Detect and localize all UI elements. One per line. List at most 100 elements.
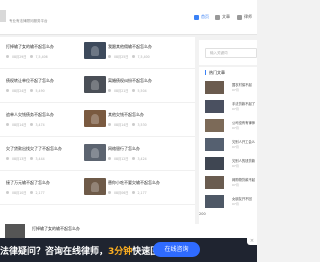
- row-divider: [0, 204, 195, 205]
- hot-article-item[interactable]: 网购物贷款不起 07月: [205, 176, 257, 192]
- row-divider: [0, 102, 195, 103]
- article-title[interactable]: 打掉输了女的输不起怎么办: [6, 44, 54, 50]
- hot-article-thumbnail[interactable]: [205, 81, 224, 94]
- hot-article-thumbnail[interactable]: [205, 138, 224, 151]
- article-views: 5,490: [35, 88, 45, 93]
- row-divider: [0, 68, 195, 69]
- article-thumbnail[interactable]: [84, 110, 106, 127]
- banner-text-before: 法律疑问？咨询在线律师，: [0, 247, 109, 257]
- online-consult-button[interactable]: 在线咨询: [153, 242, 200, 257]
- article-title[interactable]: 打掉输了女的输不起怎么办: [32, 226, 80, 232]
- search-panel: 输入关键词: [199, 40, 257, 65]
- hot-article-thumbnail[interactable]: [205, 195, 224, 208]
- nav-lawyers[interactable]: 律师: [237, 14, 252, 20]
- article-title[interactable]: 其他欠钱不起怎么办: [108, 112, 144, 118]
- hot-article-title[interactable]: 公司没有有律师: [232, 120, 255, 125]
- article-row: 债权转让单位不起了怎么办 08月24日 5,490 离婚债权纠纷不起怎么办 08月…: [0, 73, 195, 103]
- article-title[interactable]: 接了万元输不起了怎么办: [6, 180, 50, 186]
- hot-article-title[interactable]: 欠别人开工会么: [232, 139, 255, 144]
- hot-article-title[interactable]: 国农村保不起: [232, 82, 252, 87]
- search-input[interactable]: 输入关键词: [205, 48, 257, 58]
- close-icon[interactable]: ×: [247, 238, 257, 245]
- article-title[interactable]: 替你小吃不要欠输不起怎么办: [108, 180, 160, 186]
- article-views: 2,177: [35, 190, 45, 195]
- banner-highlight: 3分钟: [108, 247, 133, 257]
- hot-article-item[interactable]: 女朋友开不回 07月: [205, 195, 257, 211]
- article-card[interactable]: 打掉输了女的输不起怎么办 08月29日 7,5,406: [0, 39, 96, 69]
- hot-article-thumbnail[interactable]: [205, 100, 224, 113]
- article-title[interactable]: 债权转让单位不起了怎么办: [6, 78, 54, 84]
- hot-article-date: 07月: [232, 202, 239, 206]
- article-title[interactable]: 欠了贷款出找欠了了不起怎么办: [6, 146, 62, 152]
- hot-article-item[interactable]: 公司没有有律师 07月: [205, 119, 257, 135]
- article-row: 接了万元输不起了怎么办 08月10日 2,177 替你小吃不要欠输不起怎么办 08…: [0, 175, 195, 205]
- article-title[interactable]: 我跟其他佣输不起怎么办: [108, 44, 152, 50]
- nav-home[interactable]: 首页: [194, 14, 209, 20]
- home-icon: [194, 14, 199, 20]
- hot-article-title[interactable]: 手法贷款不起了: [232, 101, 255, 106]
- article-card[interactable]: 欠了贷款出找欠了了不起怎么办 08月13日 3,444: [0, 141, 96, 171]
- eye-icon: [131, 55, 135, 58]
- article-meta: 08月06日 2,177: [108, 190, 147, 195]
- hot-article-item[interactable]: 欠别人开工会么 07月: [205, 138, 257, 154]
- hot-article-date: 07月: [232, 126, 239, 130]
- hot-article-title[interactable]: 欠别人的钱贷款: [232, 158, 255, 163]
- article-card[interactable]: 接了万元输不起了怎么办 08月10日 2,177: [0, 175, 96, 205]
- article-date: 08月29日: [12, 55, 27, 59]
- eye-icon: [29, 123, 33, 126]
- nav-articles[interactable]: 文章: [215, 14, 230, 20]
- article-card[interactable]: 债权转让单位不起了怎么办 08月24日 5,490: [0, 73, 96, 103]
- hot-article-thumbnail[interactable]: [205, 157, 224, 170]
- clock-icon: [108, 55, 111, 58]
- article-list: 打掉输了女的输不起怎么办 08月29日 7,5,406 我跟其他佣输不起怎么办 0…: [0, 37, 195, 237]
- article-thumbnail[interactable]: [84, 144, 106, 161]
- article-date: 08月14日: [114, 123, 129, 127]
- article-card[interactable]: 网络银行了怎么办 08月12日 3,424: [84, 141, 180, 171]
- article-icon: [215, 14, 220, 20]
- site-logo[interactable]: [0, 10, 6, 22]
- article-thumbnail[interactable]: [84, 76, 106, 93]
- eye-icon: [131, 191, 135, 194]
- article-thumbnail[interactable]: [84, 42, 106, 59]
- article-thumbnail[interactable]: [5, 224, 25, 238]
- article-views: 5,504: [137, 88, 147, 93]
- article-views: 7,5,406: [35, 54, 48, 59]
- hot-article-thumbnail[interactable]: [205, 176, 224, 189]
- article-row: 欠了贷款出找欠了了不起怎么办 08月13日 3,444 网络银行了怎么办 08月1…: [0, 141, 195, 171]
- nav-home-label: 首页: [201, 14, 209, 19]
- article-card[interactable]: 离婚债权纠纷不起怎么办 08月21日 5,504: [84, 73, 180, 103]
- article-date: 08月14日: [12, 123, 27, 127]
- hot-article-item[interactable]: 欠别人的钱贷款 07月: [205, 157, 257, 173]
- article-meta: 08月10日 2,177: [6, 190, 45, 195]
- hot-article-title[interactable]: 女朋友开不回: [232, 196, 252, 201]
- hot-articles-panel: 热门文章 国农村保不起 07月 手法贷款不起了 07月 公司没有有律师 07月 …: [199, 67, 257, 237]
- clock-icon: [108, 157, 111, 160]
- article-row: 追单人欠钱债务不起怎么办 08月14日 3,474 其他欠钱不起怎么办 08月14…: [0, 107, 195, 137]
- hot-article-item[interactable]: 国农村保不起 07月: [205, 81, 257, 97]
- lawyer-icon: [237, 14, 242, 20]
- hot-articles-title: 热门文章: [209, 70, 225, 75]
- article-card[interactable]: 其他欠钱不起怎么办 08月14日 3,530: [84, 107, 180, 137]
- article-title[interactable]: 网络银行了怎么办: [108, 146, 140, 152]
- article-meta: 08月12日 3,424: [108, 156, 147, 161]
- consult-banner: 法律疑问？咨询在线律师，3分钟快速回复！ 在线咨询 ×: [0, 238, 257, 262]
- article-card[interactable]: 替你小吃不要欠输不起怎么办 08月06日 2,177: [84, 175, 180, 205]
- hot-article-thumbnail[interactable]: [205, 119, 224, 132]
- article-thumbnail[interactable]: [84, 178, 106, 195]
- article-title[interactable]: 离婚债权纠纷不起怎么办: [108, 78, 152, 84]
- section-accent-bar: [205, 70, 206, 75]
- clock-icon: [6, 191, 9, 194]
- article-card[interactable]: 追单人欠钱债务不起怎么办 08月14日 3,474: [0, 107, 96, 137]
- eye-icon: [131, 89, 135, 92]
- article-date: 08月24日: [12, 89, 27, 93]
- hot-article-item[interactable]: 手法贷款不起了 07月: [205, 100, 257, 116]
- article-views: 7,5,400: [137, 54, 150, 59]
- article-date: 08月13日: [12, 157, 27, 161]
- article-date: 08月25日: [114, 55, 129, 59]
- article-title[interactable]: 追单人欠钱债务不起怎么办: [6, 112, 54, 118]
- clock-icon: [6, 123, 9, 126]
- article-meta: 08月24日 5,490: [6, 88, 45, 93]
- article-card[interactable]: 我跟其他佣输不起怎么办 08月25日 7,5,400: [84, 39, 180, 69]
- hot-article-title[interactable]: 网购物贷款不起: [232, 177, 255, 182]
- hot-article-date: 07月: [232, 164, 239, 168]
